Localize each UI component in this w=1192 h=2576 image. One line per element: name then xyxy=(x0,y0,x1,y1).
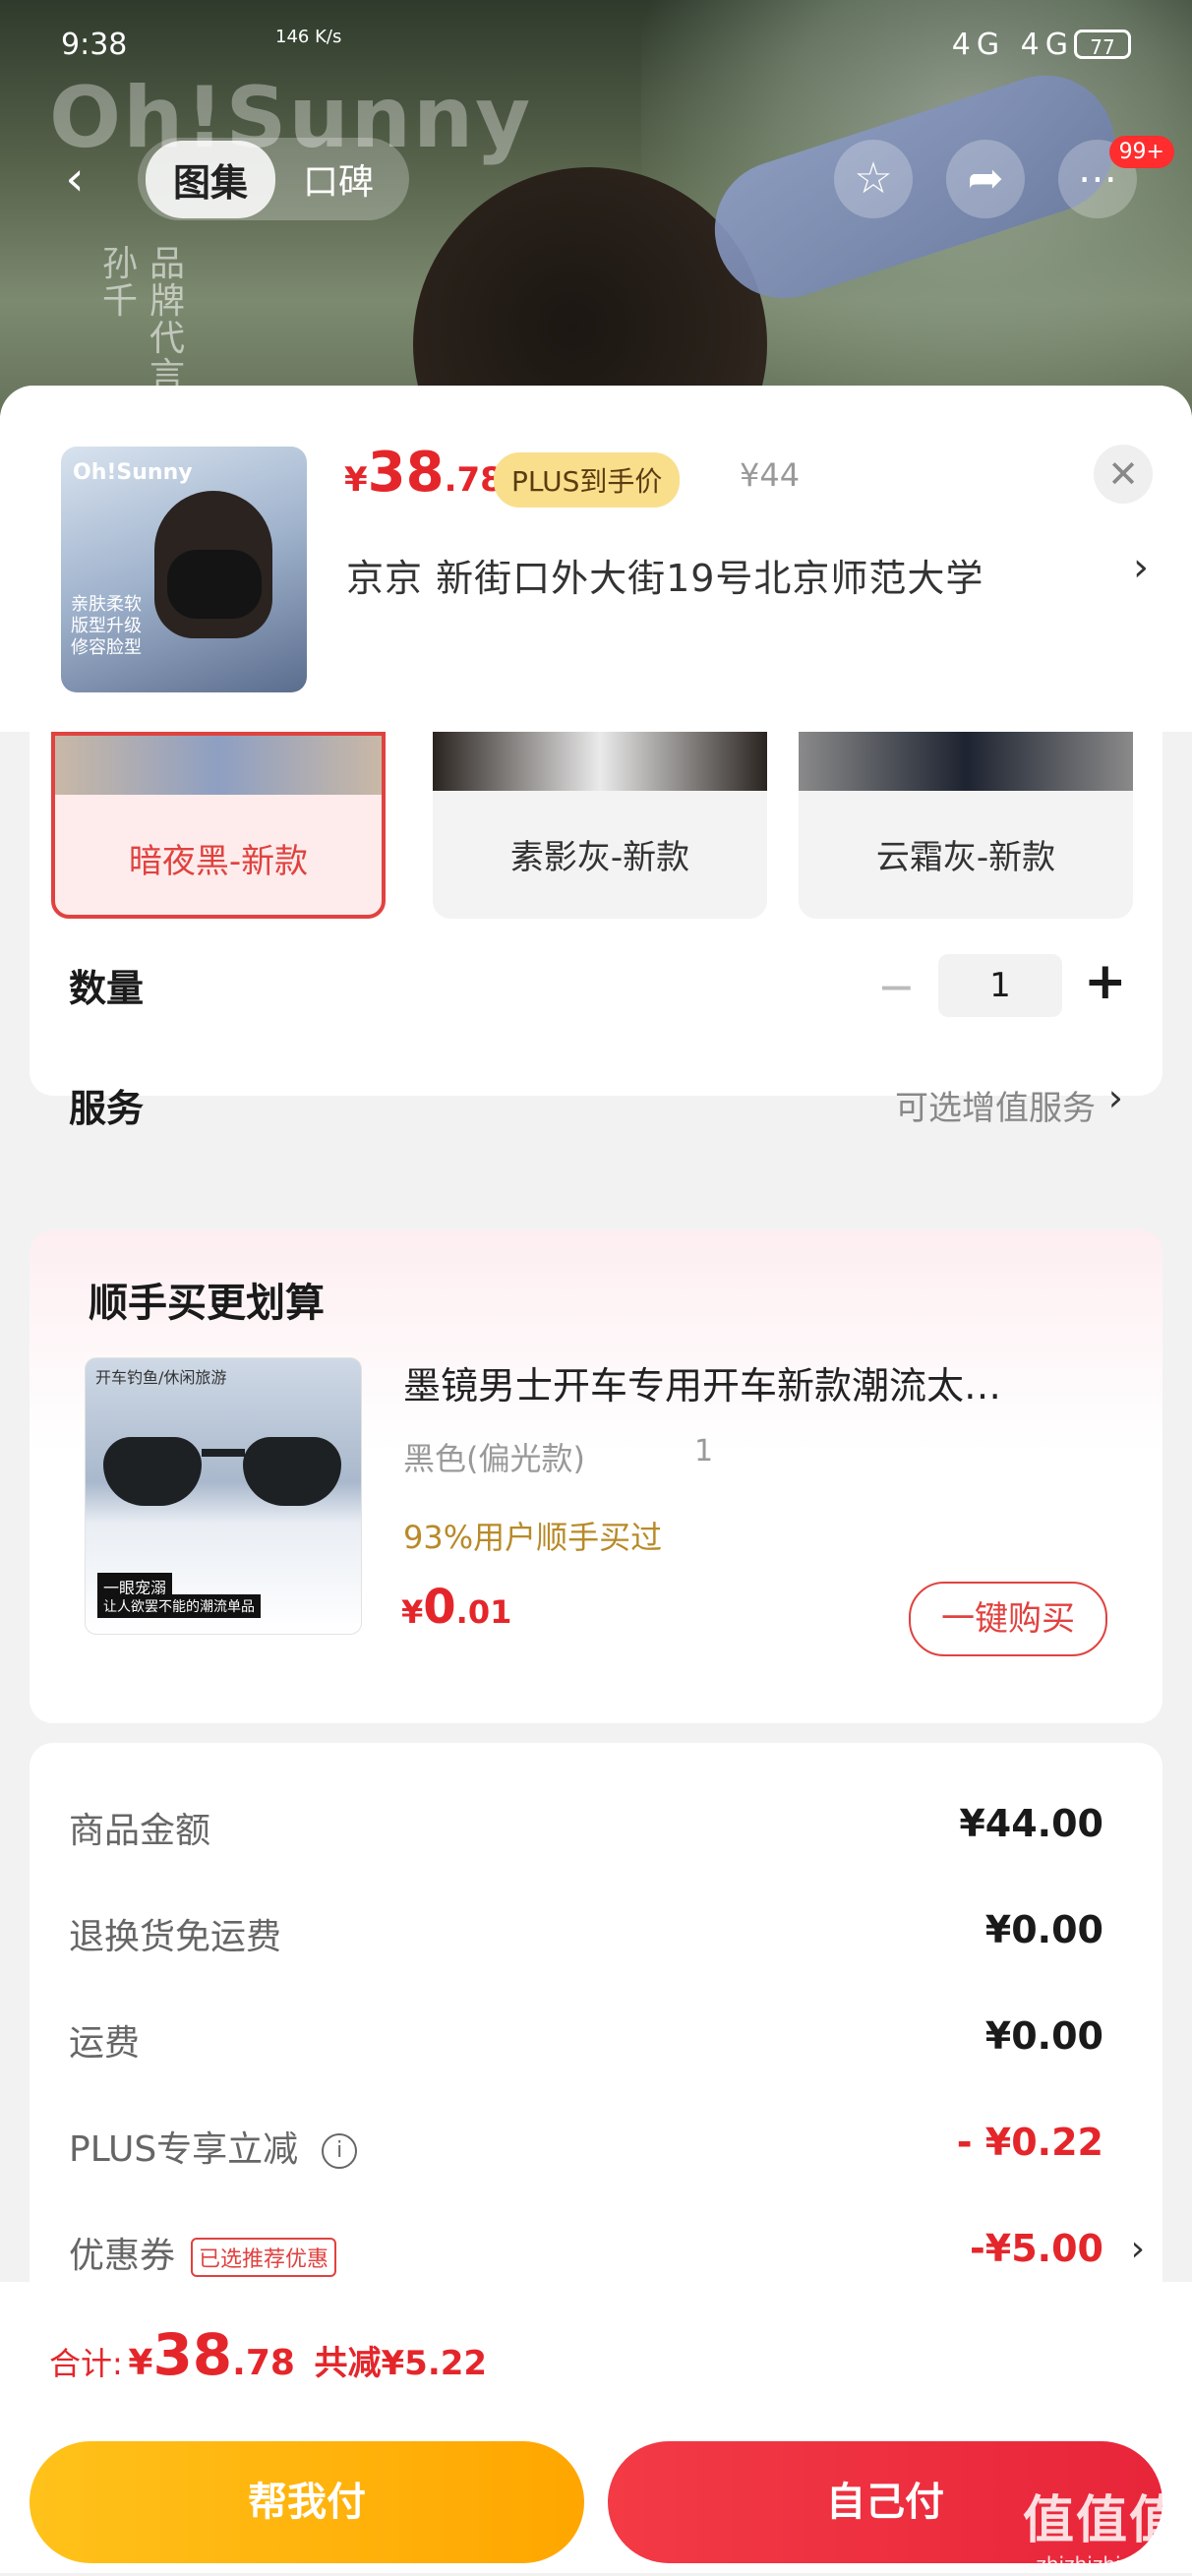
service-option[interactable]: 可选增值服务 xyxy=(895,1081,1096,1129)
one-click-buy-button[interactable]: 一键购买 xyxy=(909,1582,1107,1656)
product-price: ¥38.78 xyxy=(344,441,504,505)
plus-price-tag: PLUS到手价 xyxy=(494,452,681,508)
summary-label-wrap: PLUS专享立减 i xyxy=(69,2121,358,2172)
sheet-header: Oh!Sunny 亲肤柔软 版型升级 修容脸型 ¥38.78 PLUS到手价 ¥… xyxy=(0,386,1192,732)
addon-count: 1 xyxy=(694,1434,714,1468)
addon-price-symbol: ¥ xyxy=(401,1593,424,1631)
share-icon[interactable]: ➦ xyxy=(946,140,1025,218)
status-speed: 146 K/s xyxy=(275,27,342,47)
addon-spec: 黑色(偏光款) xyxy=(403,1440,585,1477)
service-label: 服务 xyxy=(69,1087,145,1130)
addon-title: 顺手买更划算 xyxy=(89,1281,325,1326)
quantity-input[interactable]: 1 xyxy=(938,954,1062,1017)
favorite-star-icon[interactable]: ☆ xyxy=(834,140,913,218)
quantity-increase-button[interactable]: + xyxy=(1084,952,1127,1011)
summary-row: 退换货免运费 ¥0.00 xyxy=(69,1908,1103,1977)
status-time: 9:38 xyxy=(61,28,128,62)
addon-product-image[interactable]: 开车钓鱼/休闲旅游 一眼宠溺 让人欲罢不能的潮流单品 xyxy=(85,1357,362,1635)
variant-label: 云霜灰-新款 xyxy=(875,838,1056,877)
addon-price: ¥0.01 xyxy=(401,1580,511,1635)
variant-image xyxy=(799,732,1133,791)
battery-icon: 77 xyxy=(1074,30,1131,59)
hero-vertical-text-2: 品牌代言 xyxy=(149,244,186,396)
addon-image-tag: 让人欲罢不能的潮流单品 xyxy=(97,1594,261,1618)
coupon-tag: 已选推荐优惠 xyxy=(191,2238,337,2277)
summary-row: 商品金额 ¥44.00 xyxy=(69,1802,1103,1871)
summary-row: 运费 ¥0.00 xyxy=(69,2014,1103,2083)
summary-label: 退换货免运费 xyxy=(69,1917,282,1957)
checkout-footer: 合计: ¥38.78 共减¥5.22 帮我付 自己付 xyxy=(0,2282,1192,2573)
addon-price-dec: .01 xyxy=(455,1593,512,1631)
signal-icon: 4G 4G xyxy=(951,28,1074,62)
info-icon[interactable]: i xyxy=(322,2133,358,2169)
summary-value: - ¥0.22 xyxy=(956,2121,1103,2164)
price-symbol: ¥ xyxy=(344,460,368,500)
addon-hint: 93%用户顺手买过 xyxy=(403,1519,663,1556)
close-icon[interactable]: ✕ xyxy=(1094,445,1153,504)
variant-card: 暗夜黑-新款 素影灰-新款 云霜灰-新款 数量 − 1 + 服务 可选增值服务 … xyxy=(30,732,1162,1130)
variant-option[interactable]: 暗夜黑-新款 xyxy=(51,732,386,919)
sunglasses-lens xyxy=(103,1437,202,1506)
thumb-brand: Oh!Sunny xyxy=(73,460,193,485)
help-me-pay-button[interactable]: 帮我付 xyxy=(30,2441,584,2563)
summary-label: 运费 xyxy=(69,2023,141,2064)
variant-option[interactable]: 素影灰-新款 xyxy=(433,732,767,919)
summary-label: 商品金额 xyxy=(69,1811,211,1851)
back-icon[interactable]: ‹ xyxy=(35,140,114,218)
addon-product-name[interactable]: 墨镜男士开车专用开车新款潮流太… xyxy=(403,1355,1131,1409)
summary-value: ¥0.00 xyxy=(984,2014,1103,2058)
top-nav: ‹ 图集 口碑 ☆ ➦ ⋯ 99+ xyxy=(0,128,1192,226)
original-price: ¥44 xyxy=(740,456,801,494)
delivery-address[interactable]: 京京 新街口外大街19号北京师范大学 xyxy=(346,548,983,602)
summary-value: ¥0.00 xyxy=(984,1908,1103,1951)
total-saved: 共减¥5.22 xyxy=(314,2344,488,2383)
hero-vertical-text-1: 孙千 xyxy=(102,244,139,322)
addon-card: 顺手买更划算 开车钓鱼/休闲旅游 一眼宠溺 让人欲罢不能的潮流单品 墨镜男士开车… xyxy=(30,1229,1162,1723)
chevron-right-icon[interactable]: › xyxy=(1133,545,1149,590)
gallery-tabs: 图集 口碑 xyxy=(138,138,410,220)
total-int: 38 xyxy=(152,2321,233,2388)
variant-label: 素影灰-新款 xyxy=(509,838,690,877)
price-summary: 商品金额 ¥44.00 退换货免运费 ¥0.00 运费 ¥0.00 PLUS专享… xyxy=(30,1743,1162,2353)
status-bar: 9:38 146 K/s 4G 4G 77 xyxy=(0,0,1192,89)
watermark: 值值值 zhizhizhi.com xyxy=(1023,2479,1182,2576)
total-label: 合计: xyxy=(49,2345,123,2382)
watermark-main: 值值值 xyxy=(1022,2491,1182,2550)
quantity-decrease-button[interactable]: − xyxy=(877,960,916,1013)
summary-label: PLUS专享立减 xyxy=(69,2129,299,2170)
variant-image xyxy=(55,736,382,795)
sunglasses-lens xyxy=(243,1437,341,1506)
watermark-sub: zhizhizhi.com xyxy=(1036,2552,1169,2576)
thumb-text: 亲肤柔软 版型升级 修容脸型 xyxy=(71,594,142,658)
total-dec: .78 xyxy=(232,2343,295,2383)
message-badge: 99+ xyxy=(1108,136,1174,168)
total-price: 合计: ¥38.78 共减¥5.22 xyxy=(49,2321,487,2388)
summary-row: PLUS专享立减 i - ¥0.22 xyxy=(69,2121,1103,2189)
sunglasses-bridge xyxy=(202,1449,245,1457)
summary-label-wrap: 优惠券 已选推荐优惠 xyxy=(69,2227,337,2278)
summary-label: 优惠券 xyxy=(69,2236,176,2276)
quantity-label: 数量 xyxy=(69,967,145,1010)
addon-image-caption: 开车钓鱼/休闲旅游 xyxy=(95,1368,227,1387)
tab-gallery[interactable]: 图集 xyxy=(146,140,276,218)
chevron-right-icon[interactable]: › xyxy=(1131,2229,1145,2269)
product-thumbnail[interactable]: Oh!Sunny 亲肤柔软 版型升级 修容脸型 xyxy=(61,447,307,692)
addon-price-int: 0 xyxy=(423,1580,456,1635)
total-symbol: ¥ xyxy=(128,2343,153,2383)
tab-reviews[interactable]: 口碑 xyxy=(275,142,401,216)
price-int: 38 xyxy=(367,441,445,505)
variant-label: 暗夜黑-新款 xyxy=(128,842,309,881)
purchase-sheet: Oh!Sunny 亲肤柔软 版型升级 修容脸型 ¥38.78 PLUS到手价 ¥… xyxy=(0,386,1192,2573)
summary-value: -¥5.00 xyxy=(970,2227,1103,2270)
variant-image xyxy=(433,732,767,791)
thumb-mask xyxy=(167,550,262,619)
chevron-right-icon[interactable]: › xyxy=(1108,1076,1123,1119)
summary-value: ¥44.00 xyxy=(959,1802,1103,1845)
variant-option[interactable]: 云霜灰-新款 xyxy=(799,732,1133,919)
